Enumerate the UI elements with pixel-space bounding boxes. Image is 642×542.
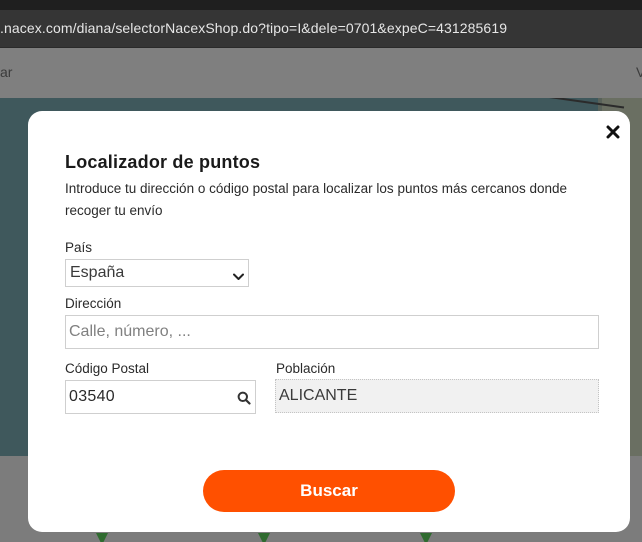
modal-title: Localizador de puntos [65,152,261,172]
page-header: ar V [0,48,642,98]
postal-code-label: Código Postal [65,361,150,376]
close-icon[interactable] [605,124,621,140]
postal-code-input[interactable] [65,380,256,414]
address-input[interactable] [65,315,599,349]
header-right-fragment: V [636,64,642,80]
chevron-down-icon [233,268,244,286]
country-select[interactable]: España [65,259,249,287]
search-button[interactable]: Buscar [203,470,455,512]
browser-tab-strip [0,0,642,10]
city-label: Población [276,361,336,376]
country-label: País [65,240,93,255]
point-locator-modal: Localizador de puntos Introduce tu direc… [28,111,630,532]
map-pin-icon [96,533,108,542]
map-pin-icon [258,533,270,542]
city-field [275,379,599,413]
address-label: Dirección [65,296,122,311]
address-bar[interactable]: .nacex.com/diana/selectorNacexShop.do?ti… [0,10,642,48]
map-pin-icon [420,533,432,542]
modal-description: Introduce tu dirección o código postal p… [65,181,568,218]
url-text[interactable]: .nacex.com/diana/selectorNacexShop.do?ti… [0,20,507,36]
header-left-fragment: ar [0,64,13,80]
search-icon[interactable] [237,391,251,405]
country-selected-value: España [70,264,125,281]
